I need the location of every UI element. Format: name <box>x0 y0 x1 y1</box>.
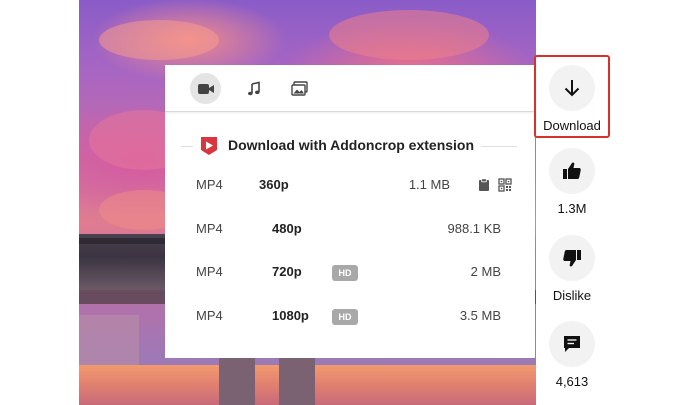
tab-images[interactable] <box>284 73 315 104</box>
bridge-rail <box>79 238 169 244</box>
section-heading: Download with Addoncrop extension <box>181 135 517 157</box>
download-label: Download <box>543 118 601 133</box>
thumbs-up-icon <box>563 162 581 179</box>
thumbs-down-icon <box>563 250 581 267</box>
download-option-720p[interactable]: MP4 720p HD 2 MB <box>165 260 535 284</box>
download-option-360p[interactable]: MP4 360p 1.1 MB <box>165 173 535 197</box>
format-label: MP4 <box>196 177 223 192</box>
video-camera-icon <box>197 83 214 94</box>
file-size: 3.5 MB <box>459 308 501 323</box>
file-size: 1.1 MB <box>408 177 450 192</box>
dislike-button[interactable] <box>549 235 595 281</box>
hd-badge: HD <box>332 309 358 325</box>
qr-code-icon[interactable] <box>498 178 512 192</box>
cloud <box>99 20 219 60</box>
download-option-1080p[interactable]: MP4 1080p HD 3.5 MB <box>165 304 535 328</box>
divider <box>181 146 193 147</box>
comments-action[interactable]: 4,613 <box>542 321 602 389</box>
bridge-pillar <box>279 355 315 405</box>
resolution-label: 360p <box>259 177 289 192</box>
tab-video[interactable] <box>190 73 221 104</box>
format-label: MP4 <box>196 221 223 236</box>
download-option-480p[interactable]: MP4 480p 988.1 KB <box>165 217 535 241</box>
resolution-label: 720p <box>272 264 302 279</box>
format-label: MP4 <box>196 264 223 279</box>
arrow-down-icon <box>564 80 580 97</box>
clipboard-icon[interactable] <box>477 178 491 192</box>
download-button[interactable] <box>549 65 595 111</box>
media-type-toolbar <box>165 65 535 112</box>
download-popup: Download with Addoncrop extension MP4 36… <box>165 65 535 358</box>
divider <box>481 146 517 147</box>
like-action[interactable]: 1.3M <box>542 148 602 216</box>
image-gallery-icon <box>291 81 308 96</box>
comment-count: 4,613 <box>555 374 589 389</box>
hd-badge: HD <box>332 265 358 281</box>
cloud <box>329 10 489 60</box>
resolution-label: 480p <box>272 221 302 236</box>
like-count: 1.3M <box>557 201 587 216</box>
bridge-pillar <box>219 355 255 405</box>
format-label: MP4 <box>196 308 223 323</box>
file-size: 2 MB <box>470 264 501 279</box>
download-action[interactable]: Download <box>542 65 602 133</box>
music-note-icon <box>247 81 260 95</box>
addoncrop-logo-icon <box>201 137 217 155</box>
tab-audio[interactable] <box>238 73 269 104</box>
comments-button[interactable] <box>549 321 595 367</box>
section-heading-text: Download with Addoncrop extension <box>228 137 481 153</box>
comment-icon <box>564 336 580 352</box>
dislike-action[interactable]: Dislike <box>542 235 602 303</box>
file-size: 988.1 KB <box>447 221 502 236</box>
resolution-label: 1080p <box>272 308 309 323</box>
dislike-label: Dislike <box>552 288 592 303</box>
like-button[interactable] <box>549 148 595 194</box>
